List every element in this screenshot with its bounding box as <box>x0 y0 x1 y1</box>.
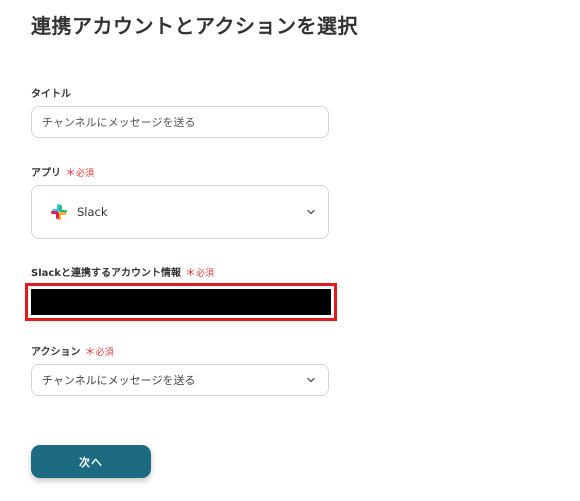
required-marker: ＊必須 <box>65 166 95 179</box>
title-input[interactable]: チャンネルにメッセージを送る <box>31 106 329 138</box>
next-button[interactable]: 次へ <box>31 445 151 478</box>
action-select-value: チャンネルにメッセージを送る <box>42 374 196 387</box>
required-marker: ＊必須 <box>84 345 114 358</box>
action-field-label: アクション ＊必須 <box>31 343 114 359</box>
required-text: 必須 <box>195 269 214 279</box>
account-field-label-text: Slackと連携するアカウント情報 <box>31 268 181 279</box>
account-select-redacted[interactable] <box>25 283 337 321</box>
action-field-label-text: アクション <box>31 347 81 358</box>
page-title: 連携アカウントとアクションを選択 <box>31 14 358 38</box>
redaction-block <box>31 289 331 315</box>
required-marker: ＊必須 <box>184 266 214 279</box>
chevron-down-icon <box>307 377 315 383</box>
app-field-label: アプリ ＊必須 <box>31 164 94 180</box>
chevron-down-icon <box>307 209 315 215</box>
action-select[interactable]: チャンネルにメッセージを送る <box>31 364 329 396</box>
title-field-label: タイトル <box>31 85 71 100</box>
required-text: 必須 <box>76 169 95 179</box>
slack-logo-icon <box>51 204 67 220</box>
app-select-value: Slack <box>77 205 108 219</box>
title-field-label-text: タイトル <box>31 89 71 100</box>
required-text: 必須 <box>95 348 114 358</box>
title-input-value: チャンネルにメッセージを送る <box>42 116 196 129</box>
app-select[interactable]: Slack <box>31 185 329 239</box>
app-field-label-text: アプリ <box>31 168 61 179</box>
account-field-label: Slackと連携するアカウント情報 ＊必須 <box>31 264 214 280</box>
